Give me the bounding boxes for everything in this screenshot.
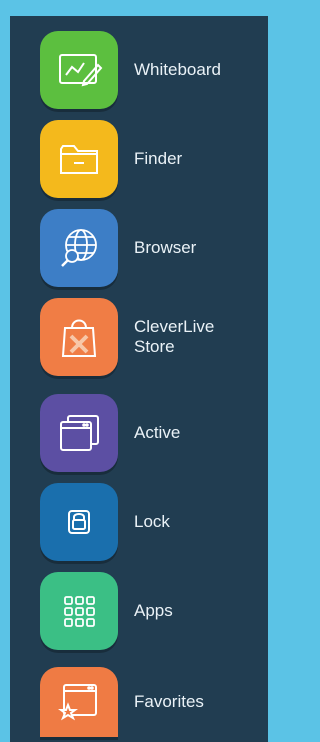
folder-icon bbox=[60, 145, 98, 174]
menu-item-label: Active bbox=[134, 423, 181, 442]
menu-item-finder[interactable]: Finder bbox=[40, 119, 260, 199]
apps-grid-icon bbox=[64, 596, 95, 627]
apps-tile[interactable] bbox=[40, 572, 118, 650]
windows-icon bbox=[60, 415, 99, 451]
menu-item-whiteboard[interactable]: Whiteboard bbox=[40, 30, 260, 110]
favorites-window-icon bbox=[58, 684, 97, 721]
lock-tile[interactable] bbox=[40, 483, 118, 561]
menu-item-label: Lock bbox=[134, 512, 170, 531]
menu-item-label: Browser bbox=[134, 238, 197, 257]
launcher-panel: Whiteboard Finder Browser CleverLive Sto… bbox=[10, 16, 268, 742]
menu-item-label: Finder bbox=[134, 149, 183, 168]
menu-item-label: Apps bbox=[134, 601, 173, 620]
active-tile[interactable] bbox=[40, 394, 118, 472]
menu-item-lock[interactable]: Lock bbox=[40, 482, 260, 562]
menu-item-favorites[interactable]: Favorites bbox=[40, 662, 260, 742]
lock-icon bbox=[68, 510, 90, 534]
menu-item-label: CleverLive Store bbox=[134, 317, 215, 356]
whiteboard-icon bbox=[59, 54, 103, 87]
menu-item-label: Whiteboard bbox=[134, 60, 221, 79]
menu-item-store[interactable]: CleverLive Store bbox=[40, 297, 260, 377]
menu-item-active[interactable]: Active bbox=[40, 393, 260, 473]
favorites-tile[interactable] bbox=[40, 667, 118, 737]
menu-item-label: Favorites bbox=[134, 692, 204, 711]
store-tile[interactable] bbox=[40, 298, 118, 376]
menu-item-browser[interactable]: Browser bbox=[40, 208, 260, 288]
finder-tile[interactable] bbox=[40, 120, 118, 198]
menu-item-apps[interactable]: Apps bbox=[40, 571, 260, 651]
globe-search-icon bbox=[61, 229, 97, 267]
whiteboard-tile[interactable] bbox=[40, 31, 118, 109]
browser-tile[interactable] bbox=[40, 209, 118, 287]
shopping-bag-icon bbox=[61, 319, 97, 357]
